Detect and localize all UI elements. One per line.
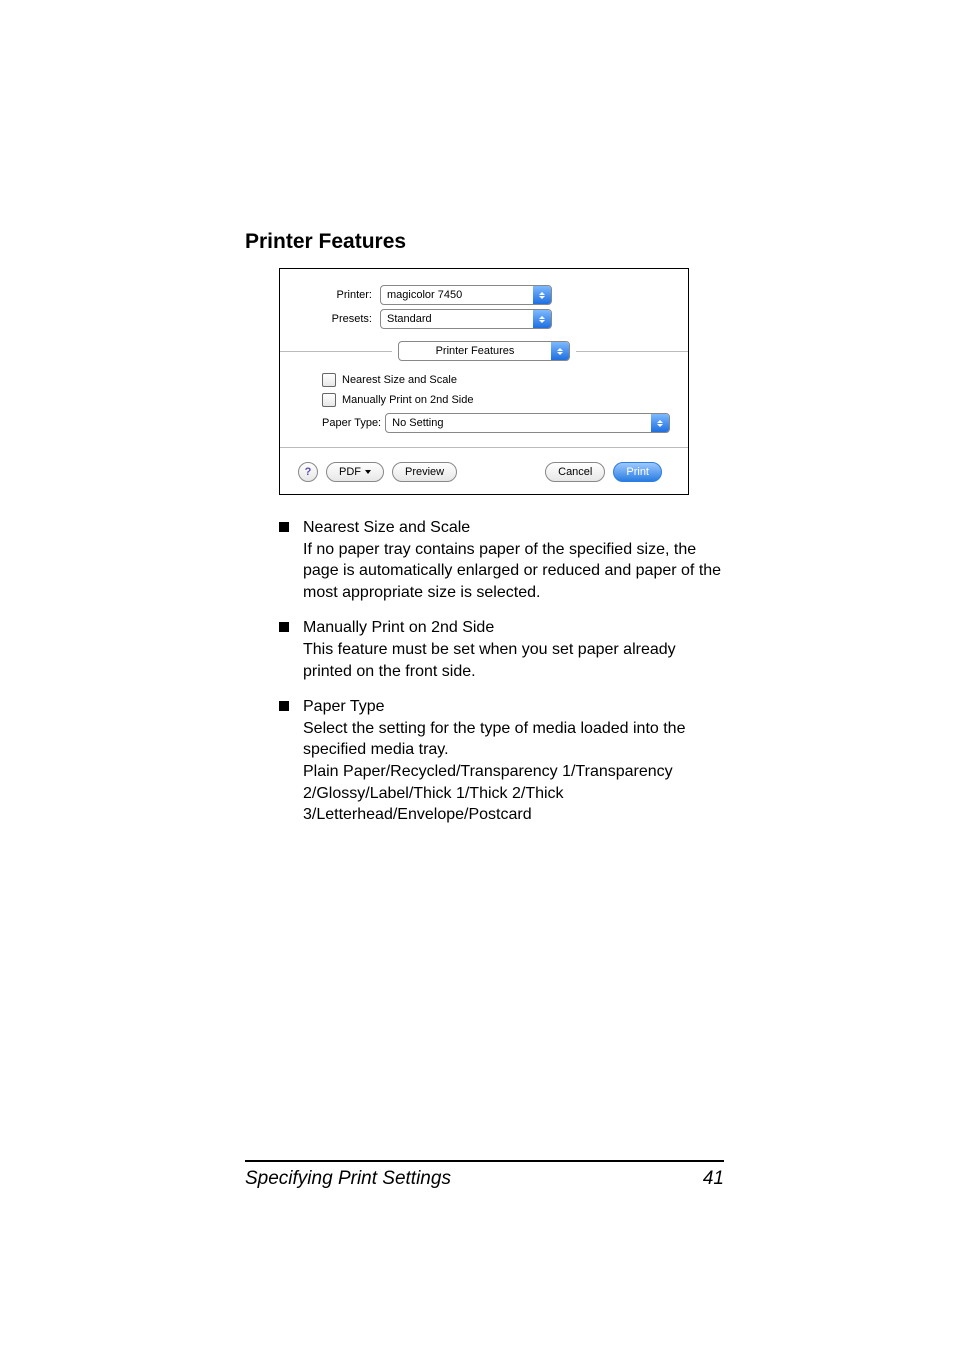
pdf-menu-button[interactable]: PDF xyxy=(326,462,384,482)
nearest-size-label: Nearest Size and Scale xyxy=(342,374,457,386)
preview-button[interactable]: Preview xyxy=(392,462,457,482)
help-button[interactable]: ? xyxy=(298,462,318,482)
bullet-body: This feature must be set when you set pa… xyxy=(303,639,724,682)
select-stepper-icon xyxy=(533,310,551,328)
list-item: Manually Print on 2nd Side This feature … xyxy=(279,617,724,682)
chevron-down-icon xyxy=(365,470,371,474)
manual-2nd-side-label: Manually Print on 2nd Side xyxy=(342,394,473,406)
printer-label: Printer: xyxy=(298,289,372,301)
select-stepper-icon xyxy=(651,414,669,432)
bullet-title: Manually Print on 2nd Side xyxy=(303,617,724,639)
print-dialog-screenshot: Printer: magicolor 7450 Presets: Standar… xyxy=(279,268,689,495)
page-footer: Specifying Print Settings 41 xyxy=(245,1160,724,1190)
divider xyxy=(280,447,688,448)
printer-select-value: magicolor 7450 xyxy=(381,286,533,304)
bullet-icon xyxy=(279,701,289,711)
footer-section-title: Specifying Print Settings xyxy=(245,1168,451,1190)
bullet-icon xyxy=(279,522,289,532)
pdf-menu-label: PDF xyxy=(339,466,361,478)
printer-select[interactable]: magicolor 7450 xyxy=(380,285,552,305)
bullet-body: Select the setting for the type of media… xyxy=(303,718,724,761)
presets-select[interactable]: Standard xyxy=(380,309,552,329)
bullet-title: Nearest Size and Scale xyxy=(303,517,724,539)
nearest-size-option[interactable]: Nearest Size and Scale xyxy=(322,373,670,387)
section-heading: Printer Features xyxy=(245,230,724,254)
divider xyxy=(576,351,688,352)
checkbox-icon xyxy=(322,373,336,387)
list-item: Paper Type Select the setting for the ty… xyxy=(279,696,724,826)
presets-label: Presets: xyxy=(298,313,372,325)
presets-select-value: Standard xyxy=(381,310,533,328)
pane-select[interactable]: Printer Features xyxy=(398,341,570,361)
paper-type-select[interactable]: No Setting xyxy=(385,413,670,433)
cancel-button[interactable]: Cancel xyxy=(545,462,605,482)
pane-select-value: Printer Features xyxy=(399,342,551,360)
bullet-title: Paper Type xyxy=(303,696,724,718)
bullet-body-extra: Plain Paper/Recycled/Transparency 1/Tran… xyxy=(303,761,724,826)
paper-type-value: No Setting xyxy=(386,414,651,432)
select-stepper-icon xyxy=(533,286,551,304)
paper-type-label: Paper Type: xyxy=(322,417,381,429)
bullet-icon xyxy=(279,622,289,632)
divider xyxy=(280,351,392,352)
manual-2nd-side-option[interactable]: Manually Print on 2nd Side xyxy=(322,393,670,407)
select-stepper-icon xyxy=(551,342,569,360)
print-button[interactable]: Print xyxy=(613,462,662,482)
checkbox-icon xyxy=(322,393,336,407)
list-item: Nearest Size and Scale If no paper tray … xyxy=(279,517,724,603)
footer-page-number: 41 xyxy=(703,1168,724,1190)
feature-list: Nearest Size and Scale If no paper tray … xyxy=(279,517,724,826)
bullet-body: If no paper tray contains paper of the s… xyxy=(303,539,724,604)
